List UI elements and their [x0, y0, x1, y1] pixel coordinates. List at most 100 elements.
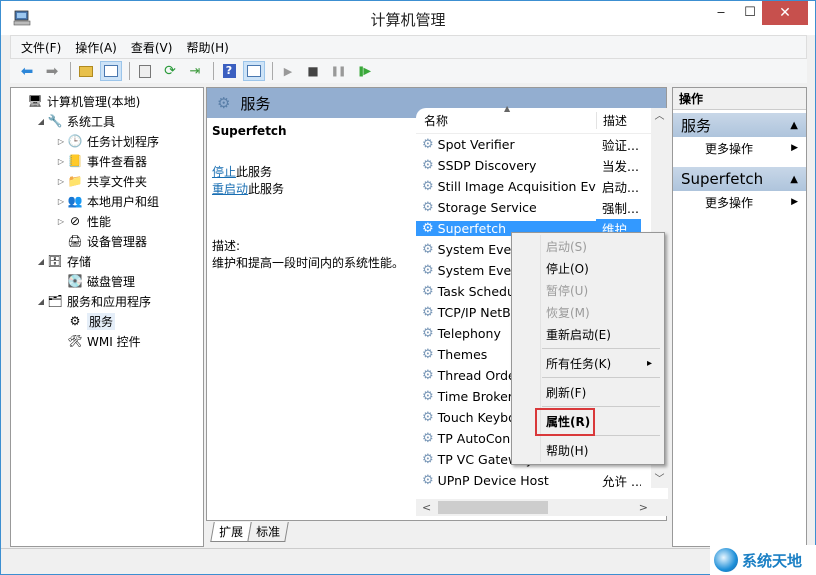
menu-view[interactable]: 查看(V)	[131, 39, 173, 56]
restart-service-button[interactable]: ❚▶	[352, 61, 374, 81]
more-actions-services[interactable]: 更多操作 ▶	[673, 137, 806, 159]
context-menu-item[interactable]: 停止(O)	[514, 257, 662, 279]
tab-standard[interactable]: 标准	[247, 522, 289, 542]
service-detail-panel: Superfetch 停止此服务 重启动此服务 描述: 维护和提高一段时间内的系…	[212, 124, 412, 272]
tree-item[interactable]: 🖨 设备管理器	[11, 231, 203, 251]
collapse-icon[interactable]: ▲	[790, 174, 798, 185]
collapsed-arrow-icon[interactable]: ▷	[55, 137, 67, 146]
tree-item[interactable]: 💽 磁盘管理	[11, 271, 203, 291]
scroll-down-icon[interactable]: ﹀	[651, 471, 668, 488]
scroll-up-icon[interactable]: ︿	[651, 108, 668, 125]
expanded-arrow-icon[interactable]: ◢	[35, 297, 47, 306]
tree-item[interactable]: ▷ 🕒 任务计划程序	[11, 131, 203, 151]
tree-item[interactable]: 🖥 计算机管理(本地)	[11, 91, 203, 111]
service-name: System Even	[437, 242, 520, 257]
help-button[interactable]: ?	[218, 61, 240, 81]
menu-help[interactable]: 帮助(H)	[186, 39, 228, 56]
menu-file[interactable]: 文件(F)	[21, 39, 61, 56]
console-tree: 🖥 计算机管理(本地) ◢ 🔧 系统工具 ▷ 🕒 任务计划程序 ▷ 📒 事件查看器 ▷ 📁 共享文件夹 ▷ 👥…	[10, 87, 204, 547]
list-header: ▲ 名称 描述	[416, 104, 668, 134]
tree-item[interactable]: 🛠 WMI 控件	[11, 331, 203, 351]
service-row[interactable]: ⚙ SSDP Discovery 当发...	[416, 155, 668, 176]
context-menu-item-label: 启动(S)	[546, 239, 587, 254]
context-menu-item-label: 暂停(U)	[546, 283, 589, 298]
stop-service-link[interactable]: 停止	[212, 165, 236, 179]
stop-service-suffix: 此服务	[236, 165, 273, 179]
show-hide-action-pane-button[interactable]	[243, 61, 265, 81]
context-menu-item-label: 停止(O)	[546, 261, 589, 276]
tree-item[interactable]: ▷ 📁 共享文件夹	[11, 171, 203, 191]
export-list-button[interactable]: ⇥	[184, 61, 206, 81]
context-menu-item[interactable]: 帮助(H)	[514, 439, 662, 461]
tree-item[interactable]: ⚙ 服务	[11, 311, 203, 331]
scroll-left-icon[interactable]: <	[422, 499, 431, 516]
service-row[interactable]: ⚙ Still Image Acquisition Ev... 启动...	[416, 176, 668, 197]
menu-bar: 文件(F) 操作(A) 查看(V) 帮助(H)	[10, 35, 807, 59]
title-bar: 计算机管理 ‒ ☐ ✕	[1, 1, 815, 35]
tree-item[interactable]: ▷ 📒 事件查看器	[11, 151, 203, 171]
stop-service-button[interactable]: ■	[302, 61, 324, 81]
service-gear-icon: ⚙	[422, 158, 434, 173]
maximize-button[interactable]: ☐	[735, 1, 765, 25]
actions-section-services[interactable]: 服务 ▲	[673, 113, 806, 137]
tree-item[interactable]: ▷ ⊘ 性能	[11, 211, 203, 231]
scroll-right-icon[interactable]: >	[639, 499, 648, 516]
collapsed-arrow-icon[interactable]: ▷	[55, 217, 67, 226]
collapse-icon[interactable]: ▲	[790, 120, 798, 131]
event-viewer-icon: 📒	[67, 154, 83, 168]
horizontal-scrollbar[interactable]: < >	[416, 499, 668, 516]
menu-action[interactable]: 操作(A)	[75, 39, 117, 56]
service-row[interactable]: ⚙ Storage Service 强制...	[416, 197, 668, 218]
back-button[interactable]: ⬅	[16, 61, 38, 81]
restart-service-link[interactable]: 重启动	[212, 182, 248, 196]
context-menu-item[interactable]: 重新启动(E)	[514, 323, 662, 345]
collapsed-arrow-icon[interactable]: ▷	[55, 177, 67, 186]
service-gear-icon: ⚙	[422, 200, 434, 215]
service-gear-icon: ⚙	[422, 305, 434, 320]
tree-item-label: 服务	[87, 312, 116, 330]
tree-item-label: 共享文件夹	[87, 174, 148, 189]
column-header-name[interactable]: ▲ 名称	[416, 104, 596, 129]
pause-service-button[interactable]: ❚❚	[327, 61, 349, 81]
tree-item[interactable]: ▷ 👥 本地用户和组	[11, 191, 203, 211]
submenu-arrow-icon: ▶	[791, 143, 798, 153]
wmi-icon: 🛠	[67, 334, 83, 348]
column-header-description[interactable]: 描述	[596, 112, 641, 129]
service-gear-icon: ⚙	[422, 179, 434, 194]
service-name: System Even	[437, 263, 520, 278]
start-service-button[interactable]: ▶	[277, 61, 299, 81]
toolbar-separator	[213, 62, 214, 80]
tree-item-label: 本地用户和组	[87, 194, 160, 209]
more-actions-superfetch[interactable]: 更多操作 ▶	[673, 191, 806, 213]
expanded-arrow-icon[interactable]: ◢	[35, 117, 47, 126]
collapsed-arrow-icon[interactable]: ▷	[55, 157, 67, 166]
up-one-level-button[interactable]	[75, 61, 97, 81]
close-button[interactable]: ✕	[762, 1, 808, 25]
service-row[interactable]: ⚙ Spot Verifier 验证...	[416, 134, 668, 155]
tree-item[interactable]: ◢ 🗄 存储	[11, 251, 203, 271]
service-gear-icon: ⚙	[422, 452, 434, 467]
service-gear-icon: ⚙	[422, 263, 434, 278]
forward-button[interactable]: ➡	[41, 61, 63, 81]
refresh-button[interactable]: ⟳	[159, 61, 181, 81]
horizontal-scroll-thumb[interactable]	[438, 501, 548, 514]
toolbar-separator	[272, 62, 273, 80]
show-hide-console-tree-button[interactable]	[100, 61, 122, 81]
expanded-arrow-icon[interactable]: ◢	[35, 257, 47, 266]
tab-extended[interactable]: 扩展	[210, 522, 252, 542]
service-name: Thread Orde	[437, 368, 516, 383]
context-menu-item-label: 帮助(H)	[546, 443, 589, 458]
play-icon: ▶	[283, 64, 293, 78]
properties-button[interactable]	[134, 61, 156, 81]
service-row[interactable]: ⚙ UPnP Device Host 允许 ...	[416, 470, 668, 491]
context-menu-item[interactable]: 刷新(F)	[514, 381, 662, 403]
tree-item[interactable]: ◢ 🗂 服务和应用程序	[11, 291, 203, 311]
minimize-button[interactable]: ‒	[706, 1, 736, 25]
actions-section-superfetch[interactable]: Superfetch ▲	[673, 167, 806, 191]
tree-item[interactable]: ◢ 🔧 系统工具	[11, 111, 203, 131]
collapsed-arrow-icon[interactable]: ▷	[55, 197, 67, 206]
performance-icon: ⊘	[69, 214, 81, 228]
service-gear-icon: ⚙	[422, 389, 434, 404]
context-menu-item: 暂停(U)	[514, 279, 662, 301]
context-menu-item[interactable]: 所有任务(K) ▸	[514, 352, 662, 374]
